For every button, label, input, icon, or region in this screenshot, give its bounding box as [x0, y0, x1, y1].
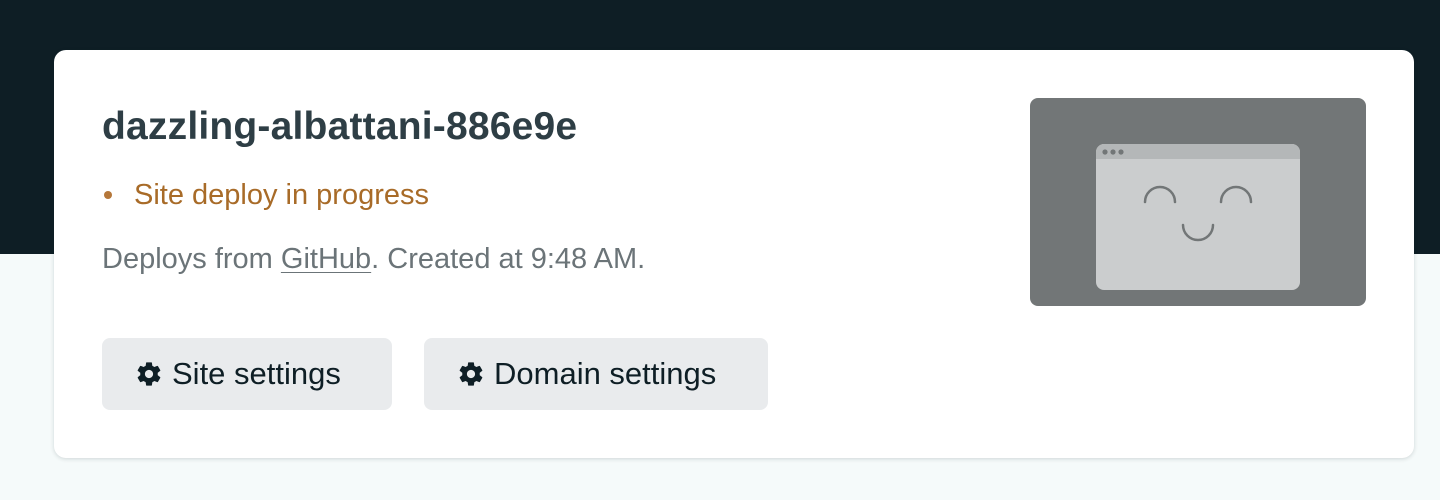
- deploy-info-prefix: Deploys from: [102, 243, 281, 275]
- status-dot-icon: [104, 191, 112, 199]
- deploy-info-suffix: . Created at 9:48 AM.: [371, 243, 646, 275]
- site-settings-button[interactable]: Site settings: [102, 338, 392, 410]
- github-link[interactable]: GitHub: [281, 243, 371, 275]
- deploy-info: Deploys from GitHub. Created at 9:48 AM.: [102, 241, 645, 277]
- domain-settings-button[interactable]: Domain settings: [424, 338, 768, 410]
- site-name: dazzling-albattani-886e9e: [102, 105, 578, 148]
- smiling-browser-window-icon: [1096, 144, 1300, 290]
- site-card: dazzling-albattani-886e9e Site deploy in…: [54, 50, 1414, 458]
- site-settings-label: Site settings: [172, 356, 341, 391]
- gear-icon: [137, 362, 161, 386]
- domain-settings-label: Domain settings: [494, 356, 717, 391]
- gear-icon: [459, 362, 483, 386]
- site-preview-thumbnail[interactable]: [1030, 98, 1366, 306]
- deploy-status-text: Site deploy in progress: [134, 179, 429, 211]
- deploy-status: Site deploy in progress: [104, 177, 429, 213]
